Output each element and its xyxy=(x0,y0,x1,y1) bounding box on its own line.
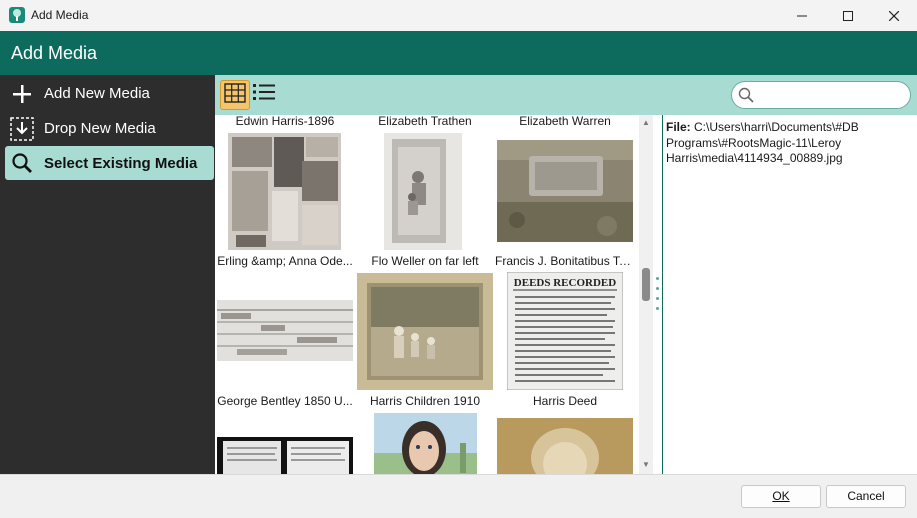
list-view-icon xyxy=(252,82,276,107)
sidebar-item-label: Drop New Media xyxy=(44,120,156,137)
maximize-button[interactable] xyxy=(825,0,871,31)
scroll-up-arrow-icon[interactable]: ▲ xyxy=(641,118,651,128)
grip-dot xyxy=(656,297,659,300)
file-path: C:\Users\harri\Documents\#DB Programs\#R… xyxy=(666,120,859,165)
deed-heading: DEEDS RECORDED xyxy=(514,277,616,289)
dialog-title: Add Media xyxy=(11,43,98,63)
thumbnail-caption: Erling &amp; Anna Ode... xyxy=(217,254,353,268)
search-icon xyxy=(738,87,754,108)
plus-icon xyxy=(9,81,35,107)
grip-dot xyxy=(656,277,659,280)
grid-view-button[interactable] xyxy=(220,80,250,110)
media-thumbnail[interactable] xyxy=(228,133,341,250)
title-bar: Add Media xyxy=(0,0,917,32)
window-title: Add Media xyxy=(31,8,89,22)
grid-view-icon xyxy=(224,82,246,108)
media-gallery: Edwin Harris-1896 Elizabeth Trathen Eliz… xyxy=(215,115,639,474)
sidebar-item-add-new-media[interactable]: Add New Media xyxy=(5,77,214,110)
media-thumbnail[interactable] xyxy=(217,300,353,361)
grip-dot xyxy=(656,307,659,310)
scrollbar-thumb[interactable] xyxy=(642,268,650,301)
app-tree-icon xyxy=(9,7,25,23)
search-input[interactable] xyxy=(754,85,898,105)
sidebar-item-drop-new-media[interactable]: Drop New Media xyxy=(5,112,214,145)
panel-splitter[interactable] xyxy=(653,115,663,474)
search-icon xyxy=(9,150,35,176)
dialog-footer: OK Cancel xyxy=(0,474,917,518)
details-panel: File: C:\Users\harri\Documents\#DB Progr… xyxy=(663,115,917,474)
thumbnail-caption: George Bentley 1850 U... xyxy=(217,394,353,408)
thumbnail-caption: Francis J. Bonitatibus To... xyxy=(495,254,635,268)
close-button[interactable] xyxy=(871,0,917,31)
media-thumbnail[interactable] xyxy=(374,413,477,474)
ok-button[interactable]: OK xyxy=(741,485,821,508)
scroll-down-arrow-icon[interactable]: ▼ xyxy=(641,460,651,470)
thumbnail-caption: Elizabeth Trathen xyxy=(378,115,472,128)
thumbnail-caption: Elizabeth Warren xyxy=(519,115,611,128)
file-label: File: xyxy=(666,120,691,134)
sidebar-item-select-existing-media[interactable]: Select Existing Media xyxy=(5,146,214,180)
media-toolbar xyxy=(215,75,917,115)
search-box[interactable] xyxy=(731,81,911,109)
media-thumbnail[interactable] xyxy=(497,140,633,242)
sidebar-item-label: Select Existing Media xyxy=(44,154,198,172)
thumbnail-caption: Edwin Harris-1896 xyxy=(235,115,335,128)
drop-box-icon xyxy=(9,116,35,142)
media-thumbnail[interactable] xyxy=(497,418,633,474)
minimize-button[interactable] xyxy=(779,0,825,31)
gallery-scrollbar[interactable]: ▲ ▼ xyxy=(639,115,653,474)
media-thumbnail[interactable] xyxy=(217,437,353,474)
thumbnail-caption: Harris Children 1910 xyxy=(369,394,481,408)
grip-dot xyxy=(656,287,659,290)
media-thumbnail[interactable]: DEEDS RECORDED xyxy=(506,271,624,391)
thumbnail-caption: Flo Weller on far left xyxy=(371,254,479,268)
file-info: File: C:\Users\harri\Documents\#DB Progr… xyxy=(666,120,881,167)
cancel-button[interactable]: Cancel xyxy=(826,485,906,508)
sidebar: Add New Media Drop New Media Select Exis… xyxy=(0,75,215,474)
dialog-header: Add Media xyxy=(0,31,917,75)
media-thumbnail[interactable] xyxy=(357,273,493,390)
media-thumbnail[interactable] xyxy=(384,133,462,250)
thumbnail-caption: Harris Deed xyxy=(532,394,598,408)
list-view-button[interactable] xyxy=(250,80,278,108)
sidebar-item-label: Add New Media xyxy=(44,85,150,102)
